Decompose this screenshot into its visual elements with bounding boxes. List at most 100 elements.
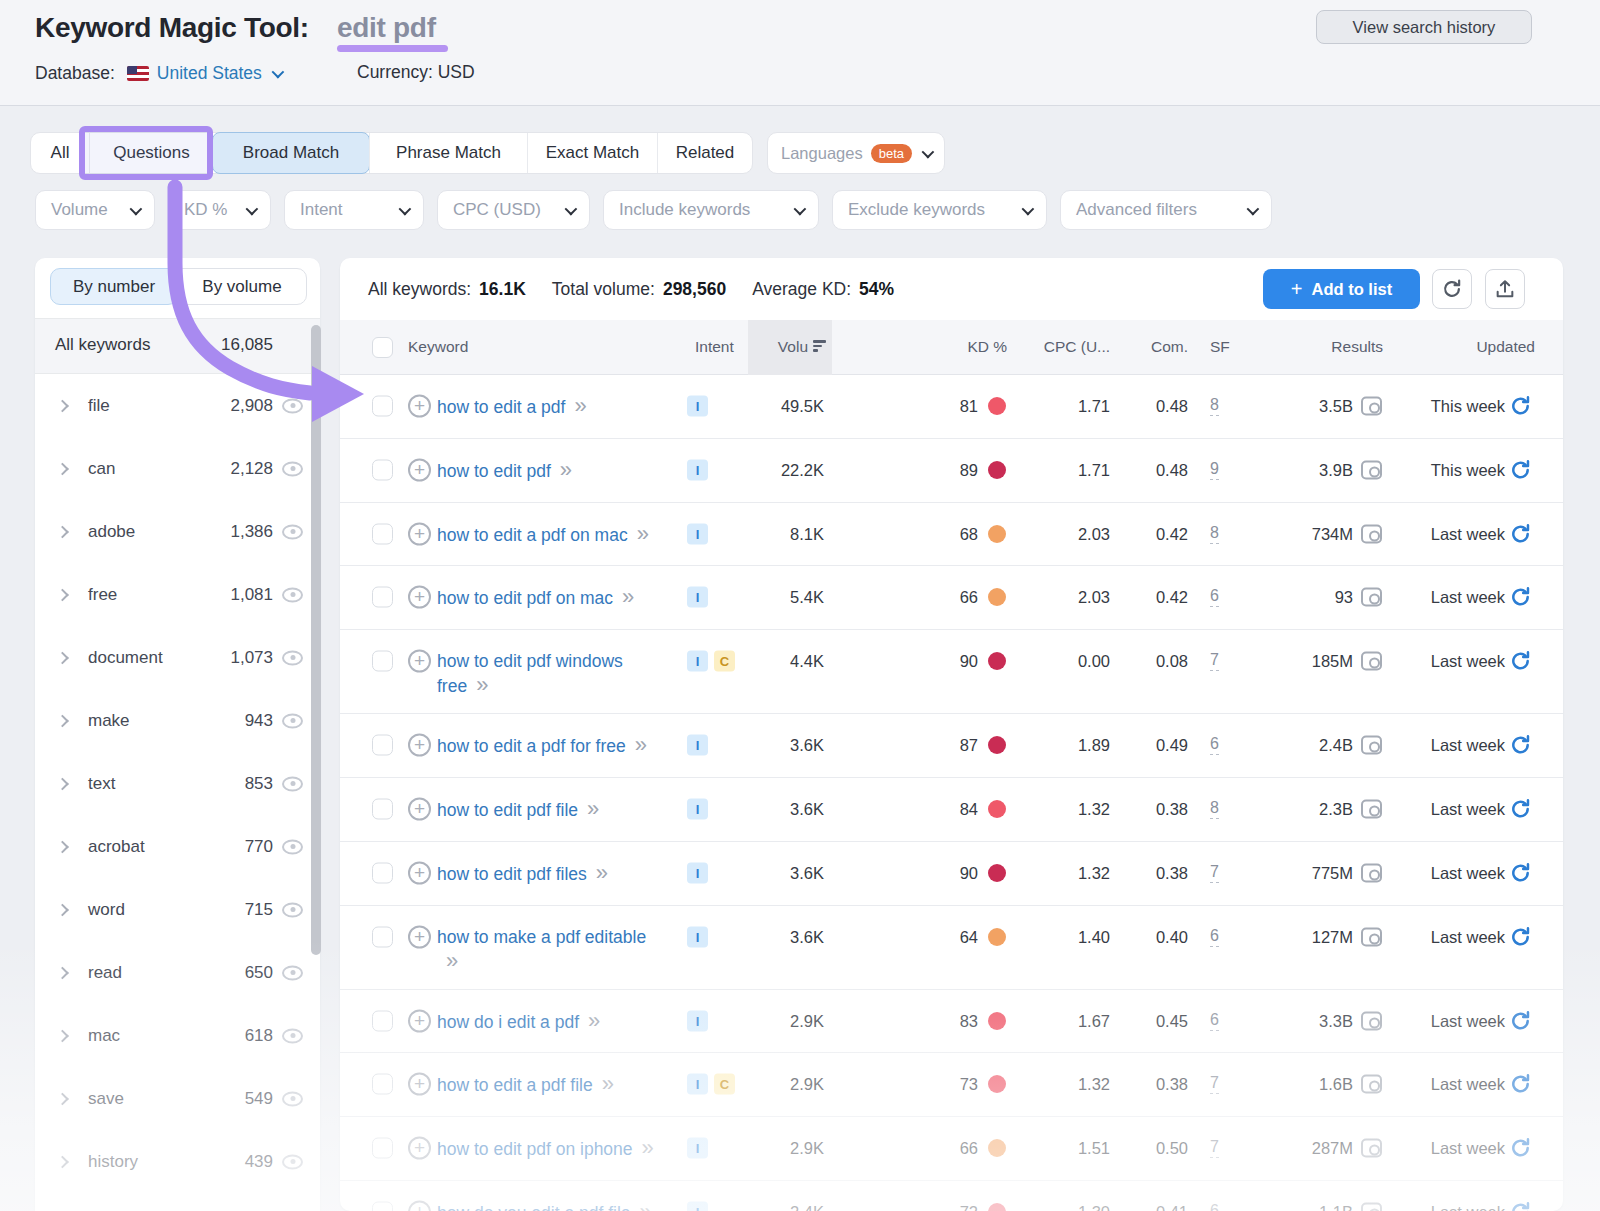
row-checkbox[interactable] <box>372 798 393 819</box>
view-search-history-button[interactable]: View search history <box>1316 10 1532 44</box>
sf-value[interactable]: 9 <box>1210 460 1219 480</box>
filter-advanced-filters[interactable]: Advanced filters <box>1060 190 1272 230</box>
update-button[interactable] <box>1509 797 1532 820</box>
serp-preview-icon[interactable] <box>1361 397 1382 416</box>
serp-preview-icon[interactable] <box>1361 1202 1382 1211</box>
serp-preview-icon[interactable] <box>1361 799 1382 818</box>
update-refresh-icon[interactable] <box>1509 395 1532 418</box>
filter-intent[interactable]: Intent <box>284 190 424 230</box>
expand-keyword-icon[interactable]: » <box>637 521 648 546</box>
row-checkbox[interactable] <box>372 1010 393 1031</box>
all-keywords-row[interactable]: All keywords 16,085 <box>35 318 320 374</box>
keyword-link[interactable]: how to edit a pdf for free <box>437 736 626 756</box>
update-refresh-icon[interactable] <box>1509 1009 1532 1032</box>
add-keyword-icon[interactable]: + <box>408 522 431 545</box>
expand-keyword-icon[interactable]: » <box>602 1071 613 1096</box>
keyword-group-item[interactable]: document1,073 <box>35 626 320 689</box>
keyword-group-item[interactable]: free1,081 <box>35 563 320 626</box>
add-to-list-button[interactable]: +Add to list <box>1263 269 1420 309</box>
keyword-group-item[interactable]: acrobat770 <box>35 815 320 878</box>
eye-icon[interactable] <box>282 776 303 791</box>
chevron-right-icon[interactable] <box>56 1155 69 1168</box>
sf-value[interactable]: 6 <box>1210 1202 1219 1211</box>
chevron-right-icon[interactable] <box>56 777 69 790</box>
keyword-link[interactable]: how to edit pdf on mac <box>437 588 613 608</box>
add-keyword-icon[interactable]: + <box>408 395 431 418</box>
expand-keyword-icon[interactable]: » <box>446 948 457 973</box>
chevron-right-icon[interactable] <box>56 651 69 664</box>
update-button[interactable] <box>1509 586 1532 609</box>
chevron-right-icon[interactable] <box>56 588 69 601</box>
sf-value[interactable]: 7 <box>1210 1138 1219 1158</box>
eye-icon[interactable] <box>282 461 303 476</box>
sf-value[interactable]: 6 <box>1210 927 1219 947</box>
keyword-group-item[interactable]: read650 <box>35 941 320 1004</box>
update-refresh-icon[interactable] <box>1509 1137 1532 1160</box>
keyword-link[interactable]: how to edit pdf on iphone <box>437 1139 633 1159</box>
col-intent[interactable]: Intent <box>695 338 734 356</box>
expand-keyword-icon[interactable]: » <box>588 1008 599 1033</box>
update-refresh-icon[interactable] <box>1509 650 1532 673</box>
serp-preview-icon[interactable] <box>1361 652 1382 671</box>
eye-icon[interactable] <box>282 965 303 980</box>
expand-keyword-icon[interactable]: » <box>560 457 571 482</box>
eye-icon[interactable] <box>282 650 303 665</box>
sf-value[interactable]: 7 <box>1210 863 1219 883</box>
keyword-group-item[interactable]: mac618 <box>35 1004 320 1067</box>
update-refresh-icon[interactable] <box>1509 522 1532 545</box>
toggle-by-number[interactable]: By number <box>50 268 178 305</box>
update-button[interactable] <box>1509 861 1532 884</box>
row-checkbox[interactable] <box>372 459 393 480</box>
filter-exclude-keywords[interactable]: Exclude keywords <box>832 190 1047 230</box>
row-checkbox[interactable] <box>372 1074 393 1095</box>
keyword-group-item[interactable]: file2,908 <box>35 374 320 437</box>
add-keyword-icon[interactable]: + <box>408 925 431 948</box>
serp-preview-icon[interactable] <box>1361 1075 1382 1094</box>
update-refresh-icon[interactable] <box>1509 861 1532 884</box>
keyword-link[interactable]: how do you edit a pdf file <box>437 1203 631 1211</box>
sf-value[interactable]: 8 <box>1210 524 1219 544</box>
add-keyword-icon[interactable]: + <box>408 650 431 673</box>
update-refresh-icon[interactable] <box>1509 925 1532 948</box>
keyword-group-item[interactable]: text853 <box>35 752 320 815</box>
update-refresh-icon[interactable] <box>1509 797 1532 820</box>
serp-preview-icon[interactable] <box>1361 1139 1382 1158</box>
col-results[interactable]: Results <box>1253 338 1383 356</box>
update-button[interactable] <box>1509 1009 1532 1032</box>
filter-cpc-usd-[interactable]: CPC (USD) <box>437 190 590 230</box>
update-refresh-icon[interactable] <box>1509 458 1532 481</box>
add-keyword-icon[interactable]: + <box>408 1200 431 1211</box>
toggle-by-volume[interactable]: By volume <box>177 268 307 305</box>
chevron-right-icon[interactable] <box>56 1092 69 1105</box>
database-select[interactable]: United States <box>157 63 262 84</box>
update-button[interactable] <box>1509 458 1532 481</box>
chevron-right-icon[interactable] <box>56 399 69 412</box>
serp-preview-icon[interactable] <box>1361 588 1382 607</box>
serp-preview-icon[interactable] <box>1361 524 1382 543</box>
col-volume[interactable]: Volu <box>748 338 826 356</box>
eye-icon[interactable] <box>282 1028 303 1043</box>
eye-icon[interactable] <box>282 713 303 728</box>
filter-include-keywords[interactable]: Include keywords <box>603 190 819 230</box>
add-keyword-icon[interactable]: + <box>408 734 431 757</box>
export-button[interactable] <box>1485 269 1525 309</box>
chevron-right-icon[interactable] <box>56 525 69 538</box>
row-checkbox[interactable] <box>372 587 393 608</box>
row-checkbox[interactable] <box>372 1138 393 1159</box>
expand-keyword-icon[interactable]: » <box>635 732 646 757</box>
languages-dropdown[interactable]: Languages beta <box>767 132 945 174</box>
keyword-group-item[interactable]: can2,128 <box>35 437 320 500</box>
add-keyword-icon[interactable]: + <box>408 1009 431 1032</box>
keyword-link[interactable]: how to edit pdf files <box>437 864 587 884</box>
tab-exact-match[interactable]: Exact Match <box>527 133 657 173</box>
update-button[interactable] <box>1509 1073 1532 1096</box>
row-checkbox[interactable] <box>372 862 393 883</box>
update-refresh-icon[interactable] <box>1509 586 1532 609</box>
sf-value[interactable]: 7 <box>1210 1074 1219 1094</box>
keyword-group-item[interactable]: adobe1,386 <box>35 500 320 563</box>
row-checkbox[interactable] <box>372 523 393 544</box>
expand-keyword-icon[interactable]: » <box>596 860 607 885</box>
eye-icon[interactable] <box>282 398 303 413</box>
chevron-right-icon[interactable] <box>56 462 69 475</box>
sf-value[interactable]: 7 <box>1210 651 1219 671</box>
